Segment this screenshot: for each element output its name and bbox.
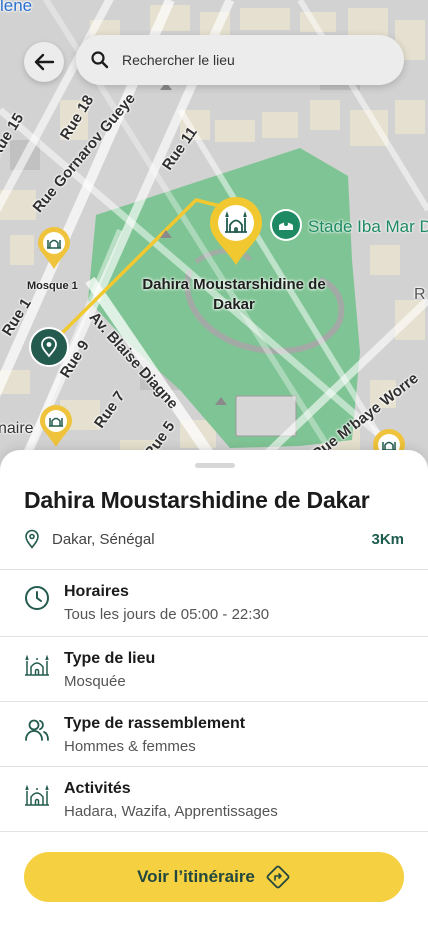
- place-name: Dahira Moustarshidine de Dakar: [24, 487, 370, 513]
- directions-button[interactable]: Voir l’itinéraire: [24, 852, 404, 902]
- stadium-icon[interactable]: [272, 211, 300, 239]
- search-input[interactable]: Rechercher le lieu: [122, 52, 235, 68]
- detail-value: Hommes & femmes: [64, 738, 196, 755]
- back-button[interactable]: [24, 42, 64, 82]
- location-row: Dakar, Sénégal 3Km: [24, 528, 404, 550]
- place-details-sheet: Dahira Moustarshidine de Dakar Dakar, Sé…: [0, 450, 428, 926]
- detail-value: Tous les jours de 05:00 - 22:30: [64, 606, 270, 623]
- divider: [0, 569, 428, 570]
- people-icon: [25, 719, 49, 741]
- detail-label: Activités: [64, 780, 131, 797]
- divider: [0, 766, 428, 767]
- location-pin-icon: [41, 336, 57, 358]
- map-corner-label-bottom: naire: [0, 420, 34, 437]
- directions-icon: [266, 865, 290, 889]
- user-location-marker: [29, 327, 69, 367]
- detail-label: Horaires: [64, 583, 129, 600]
- place-location: Dakar, Sénégal: [52, 530, 155, 548]
- detail-label: Type de lieu: [64, 650, 156, 667]
- place-distance: 3Km: [371, 530, 404, 548]
- mosque-icon: [25, 784, 49, 806]
- detail-value: Hadara, Wazifa, Apprentissages: [64, 803, 278, 820]
- directions-button-label: Voir l’itinéraire: [137, 867, 255, 886]
- selected-place-label: Dahira Moustarshidine de Dakar: [142, 276, 326, 313]
- map-corner-label: lene: [0, 0, 33, 15]
- mosque-icon: [25, 654, 49, 676]
- clock-icon: [25, 586, 49, 610]
- mosque-small-label: Mosque 1: [27, 280, 78, 292]
- location-pin-icon: [25, 529, 39, 549]
- arrow-left-icon: [34, 53, 55, 71]
- map-right-letter: R: [414, 286, 426, 303]
- detail-label: Type de rassemblement: [64, 715, 246, 732]
- drag-handle[interactable]: [195, 463, 235, 468]
- search-bar[interactable]: Rechercher le lieu: [76, 35, 404, 85]
- mosque-pin-small[interactable]: [36, 226, 72, 270]
- divider: [0, 701, 428, 702]
- search-icon: [91, 51, 109, 69]
- selected-mosque-pin[interactable]: [208, 196, 264, 266]
- mosque-pin-small-2[interactable]: [38, 404, 74, 448]
- divider: [0, 831, 428, 832]
- divider: [0, 636, 428, 637]
- detail-value: Mosquée: [64, 673, 126, 690]
- map-view[interactable]: Rue 15 Rue 18 Rue Gornarov Gueye Rue 11 …: [0, 0, 428, 470]
- stadium-label[interactable]: Stade Iba Mar Diop: [308, 217, 428, 237]
